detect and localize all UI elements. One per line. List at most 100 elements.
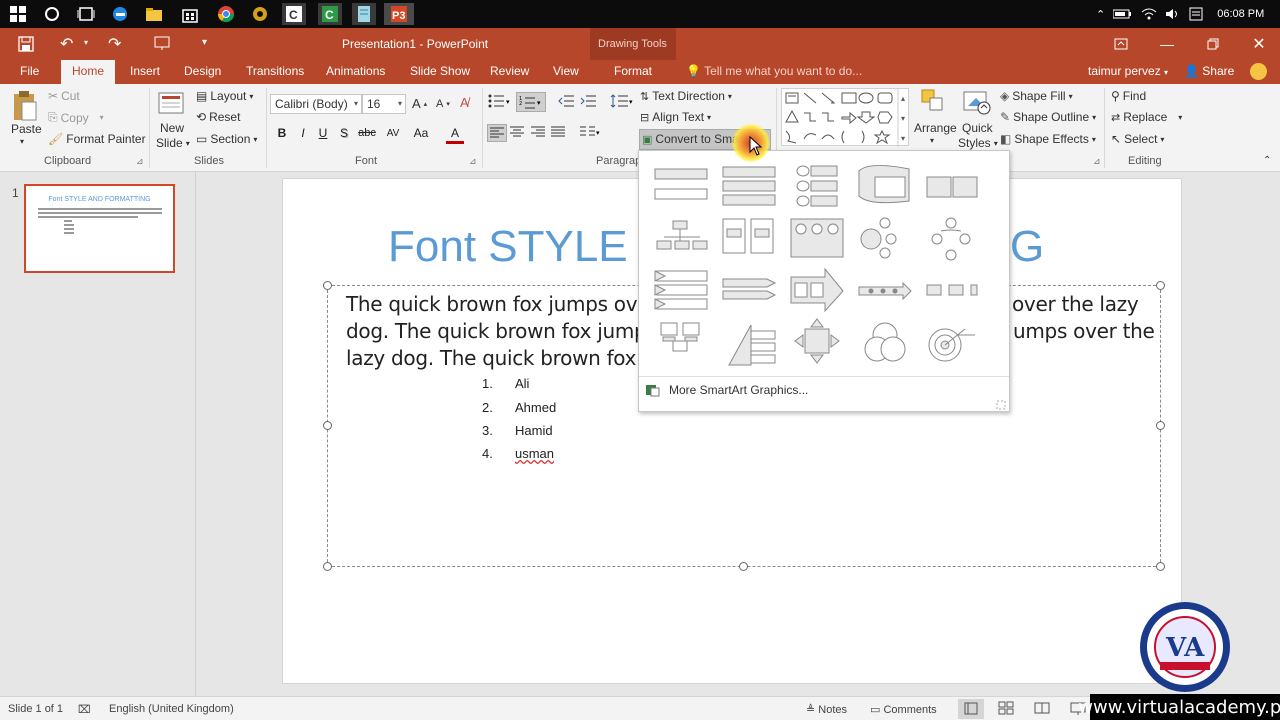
tab-home[interactable]: Home <box>72 64 104 78</box>
comments-button[interactable]: ▭ Comments <box>870 703 937 716</box>
format-painter-button[interactable]: 🖌 Format Painter <box>48 132 146 146</box>
body-text-line[interactable]: lazy dog. The quick brown fox ju <box>346 346 660 370</box>
undo-dropdown-icon[interactable]: ▾ <box>84 38 88 47</box>
clipboard-launcher-icon[interactable]: ⊿ <box>136 156 144 167</box>
body-text-line[interactable]: The quick brown fox jumps over <box>346 292 657 316</box>
bold-button[interactable]: B <box>273 124 291 142</box>
arrange-icon[interactable] <box>920 88 948 114</box>
body-text-line[interactable]: dog. The quick brown fox jumps <box>346 319 657 343</box>
resize-handle[interactable] <box>1156 421 1165 430</box>
new-slide-button[interactable]: Slide ▾ <box>156 136 190 150</box>
replace-button[interactable]: ⇄ Replace ▾ <box>1111 110 1182 124</box>
bullets-icon[interactable]: ▾ <box>488 94 512 108</box>
slide-thumbnail[interactable]: Font STYLE AND FORMATTING <box>24 184 175 273</box>
restore-button[interactable] <box>1190 28 1236 60</box>
font-name-combo[interactable]: Calibri (Body) ▾ <box>270 94 362 114</box>
clock[interactable]: 06:08 PM <box>1217 8 1264 20</box>
reading-view-icon[interactable] <box>1034 701 1050 718</box>
find-button[interactable]: ⚲ Find <box>1111 89 1146 103</box>
resize-handle[interactable] <box>323 421 332 430</box>
justify-icon[interactable] <box>551 126 565 138</box>
tell-me-search[interactable]: 💡 Tell me what you want to do... <box>686 64 862 78</box>
slide-title-end[interactable]: G <box>1010 222 1044 272</box>
cortana-icon[interactable] <box>40 3 64 25</box>
increase-font-size-icon[interactable]: A ▴ <box>412 96 427 111</box>
notepad-icon[interactable] <box>352 3 376 25</box>
tab-transitions[interactable]: Transitions <box>246 64 304 78</box>
save-icon[interactable] <box>18 36 34 55</box>
chevron-up-icon[interactable]: ⌃ <box>1096 8 1105 21</box>
shape-effects-button[interactable]: ◧ Shape Effects ▾ <box>1000 132 1096 146</box>
italic-button[interactable]: I <box>294 124 312 142</box>
battery-icon[interactable] <box>1113 9 1133 19</box>
character-spacing-button[interactable]: AV <box>382 124 404 142</box>
decrease-indent-icon[interactable] <box>558 94 574 108</box>
list-item[interactable]: usman <box>515 446 554 461</box>
user-name[interactable]: taimur pervez ▾ <box>1088 64 1168 78</box>
slide-title[interactable]: Font STYLE <box>388 222 628 272</box>
layout-button[interactable]: ▤ Layout ▾ <box>196 89 253 103</box>
smiley-feedback-icon[interactable] <box>1250 63 1267 80</box>
resize-handle[interactable] <box>323 562 332 571</box>
normal-view-icon[interactable] <box>958 699 984 719</box>
tab-insert[interactable]: Insert <box>130 64 160 78</box>
notes-button[interactable]: ≜ Notes <box>806 703 847 716</box>
tab-format[interactable]: Format <box>614 64 652 78</box>
select-button[interactable]: ↖ Select ▾ <box>1111 132 1164 146</box>
arrange-button[interactable]: Arrange <box>914 121 957 135</box>
chrome-icon[interactable] <box>214 3 238 25</box>
collapse-ribbon-icon[interactable]: ⌃ <box>1263 155 1271 166</box>
body-text-line-end[interactable]: umps over the <box>1013 319 1155 343</box>
numbering-icon[interactable]: 1 2 ▾ <box>516 92 546 112</box>
powerpoint-icon[interactable]: P3 <box>384 3 414 25</box>
section-button[interactable]: ▭ Section ▾ <box>196 132 257 146</box>
shapes-gallery[interactable]: ▴ ▾ ▾ <box>781 88 909 147</box>
store-icon[interactable] <box>178 3 202 25</box>
font-launcher-icon[interactable]: ⊿ <box>469 156 477 167</box>
resize-handle[interactable] <box>1156 281 1165 290</box>
language-indicator[interactable]: English (United Kingdom) <box>109 703 234 715</box>
minimize-button[interactable]: — <box>1144 28 1190 60</box>
list-item[interactable]: Hamid <box>515 423 553 438</box>
spell-check-icon[interactable]: ⌧ <box>78 703 91 716</box>
close-button[interactable]: ✕ <box>1236 28 1280 60</box>
customize-qat-icon[interactable]: ▾ <box>202 37 207 48</box>
start-icon[interactable] <box>6 3 30 25</box>
notification-icon[interactable] <box>1189 7 1203 21</box>
shape-outline-button[interactable]: ✎ Shape Outline ▾ <box>1000 110 1096 124</box>
reset-button[interactable]: ⟲ Reset <box>196 110 240 124</box>
align-text-button[interactable]: ⊟ Align Text ▾ <box>640 110 711 124</box>
tab-animations[interactable]: Animations <box>326 64 385 78</box>
new-slide-icon[interactable] <box>158 90 186 116</box>
file-explorer-icon[interactable] <box>142 3 166 25</box>
edge-icon[interactable] <box>108 3 132 25</box>
list-item[interactable]: Ahmed <box>515 400 556 415</box>
undo-icon[interactable]: ↶ <box>60 34 73 54</box>
volume-icon[interactable] <box>1165 8 1181 20</box>
shape-fill-button[interactable]: ◈ Shape Fill ▾ <box>1000 89 1073 103</box>
tab-slide-show[interactable]: Slide Show <box>410 64 470 78</box>
decrease-font-size-icon[interactable]: A ▾ <box>436 98 450 110</box>
slide-sorter-icon[interactable] <box>998 701 1014 718</box>
tab-design[interactable]: Design <box>184 64 221 78</box>
align-left-icon[interactable] <box>487 124 507 142</box>
paste-button[interactable]: Paste <box>11 122 42 136</box>
share-button[interactable]: 👤 Share <box>1184 64 1234 78</box>
copy-button[interactable]: ⎘ Copy ▾ <box>48 110 104 125</box>
clear-formatting-icon[interactable]: A̸ <box>460 95 469 110</box>
quick-styles-line1[interactable]: Quick <box>962 121 993 135</box>
more-smartart-graphics-item[interactable]: More SmartArt Graphics... <box>669 383 808 397</box>
tab-view[interactable]: View <box>553 64 579 78</box>
line-spacing-icon[interactable]: ▾ <box>610 94 634 108</box>
center-icon[interactable] <box>510 126 524 138</box>
task-view-icon[interactable] <box>74 3 98 25</box>
tab-review[interactable]: Review <box>490 64 529 78</box>
slide-count[interactable]: Slide 1 of 1 <box>8 703 63 715</box>
start-from-beginning-icon[interactable] <box>154 35 172 54</box>
paste-icon[interactable] <box>10 90 38 122</box>
change-case-button[interactable]: Aa <box>410 124 432 142</box>
camtasia-green-icon[interactable]: C <box>318 3 342 25</box>
text-shadow-button[interactable]: S <box>335 124 353 142</box>
ribbon-display-options-icon[interactable] <box>1098 28 1144 60</box>
body-text-line-end[interactable]: over the lazy <box>1012 292 1139 316</box>
